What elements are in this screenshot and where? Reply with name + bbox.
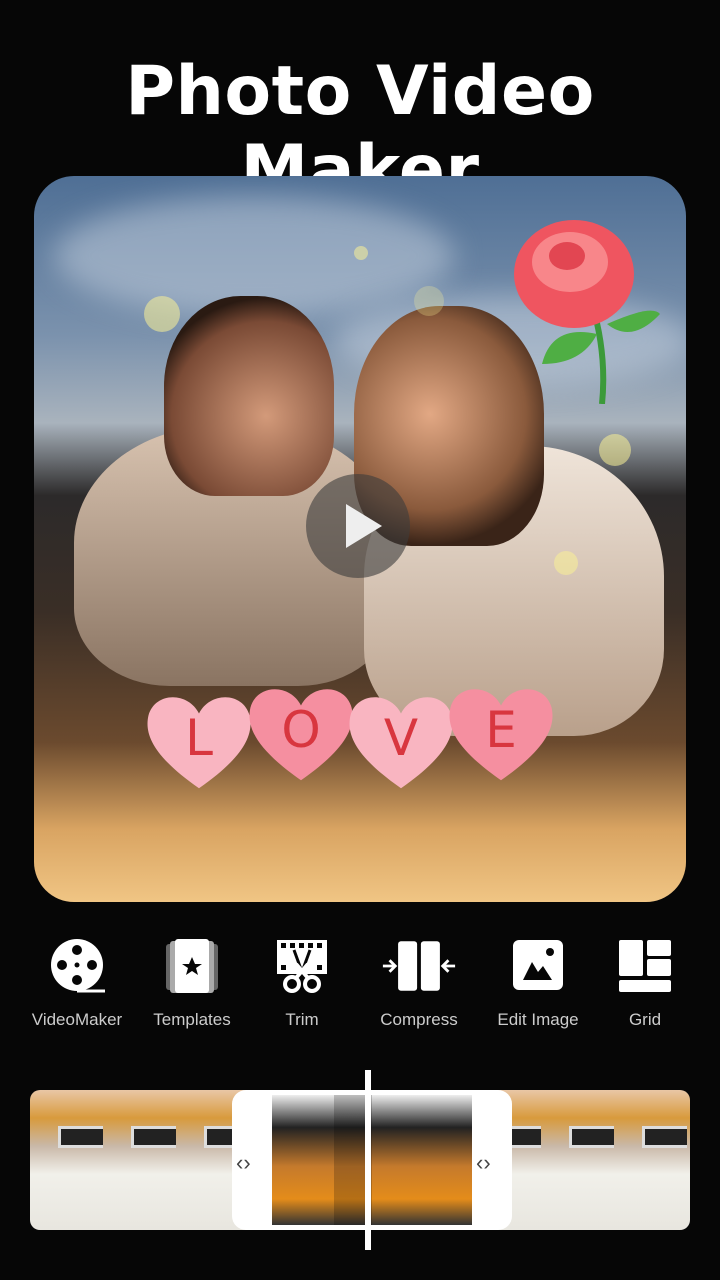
play-button[interactable] — [306, 474, 410, 578]
tool-grid[interactable]: Grid — [585, 938, 705, 1030]
tool-videomaker[interactable]: VideoMaker — [17, 938, 137, 1030]
tool-templates[interactable]: Templates — [132, 938, 252, 1030]
sticker-letter: L — [185, 709, 213, 767]
playhead[interactable] — [365, 1070, 371, 1250]
tool-label: Edit Image — [497, 1010, 579, 1029]
tool-compress[interactable]: Compress — [359, 938, 479, 1030]
timeline-frame — [541, 1090, 617, 1230]
templates-star-icon — [162, 938, 222, 994]
tool-label: Templates — [153, 1010, 231, 1029]
heart-sticker: L — [144, 691, 254, 791]
clip-frame — [272, 1095, 334, 1225]
timeline-frame — [687, 1090, 690, 1230]
tool-edit-image[interactable]: Edit Image — [478, 938, 598, 1030]
selected-clip[interactable]: ‹› ‹› — [232, 1090, 512, 1230]
tool-label: Trim — [285, 1010, 319, 1029]
timeline-frame — [614, 1090, 690, 1230]
image-icon — [508, 938, 568, 994]
tool-label: Compress — [380, 1010, 458, 1029]
photo-man-head — [164, 296, 334, 496]
timeline-frame — [103, 1090, 179, 1230]
trim-handle-left-icon[interactable]: ‹› — [236, 1150, 251, 1176]
timeline-frame — [30, 1090, 106, 1230]
grid-layout-icon — [615, 938, 675, 994]
heart-sticker: V — [346, 691, 456, 791]
clip-frame — [372, 1095, 408, 1225]
clip-frame — [408, 1095, 472, 1225]
film-scissors-icon — [272, 938, 332, 994]
tool-label: Grid — [628, 1010, 662, 1029]
video-preview[interactable]: L O V E — [34, 176, 686, 902]
tool-trim[interactable]: Trim — [242, 938, 362, 1030]
rose-sticker — [512, 214, 662, 405]
heart-sticker: E — [446, 683, 556, 783]
compress-arrows-icon — [382, 938, 456, 994]
trim-handle-right-icon[interactable]: ‹› — [476, 1150, 491, 1176]
tool-label: VideoMaker — [31, 1010, 123, 1029]
heart-sticker: O — [246, 683, 356, 783]
film-reel-icon — [47, 938, 107, 994]
sticker-letter: E — [485, 701, 517, 759]
sticker-letter: V — [383, 709, 419, 767]
sticker-letter: O — [281, 701, 321, 759]
